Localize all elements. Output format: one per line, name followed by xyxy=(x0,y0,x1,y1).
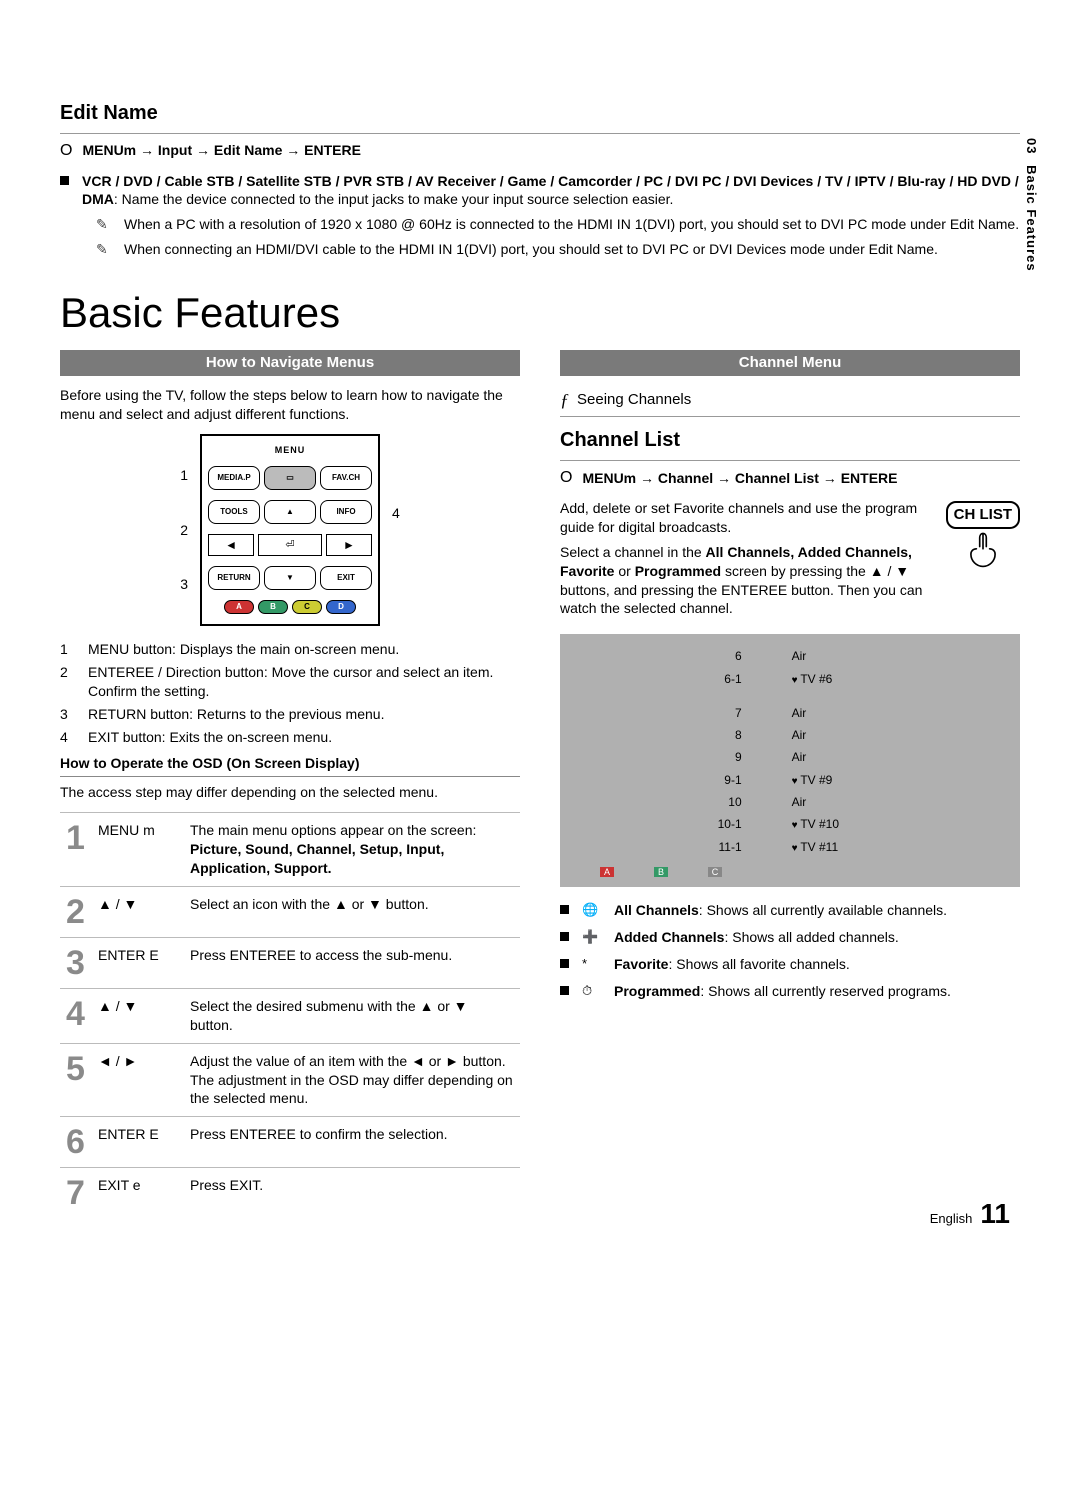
channel-legend: 🌐All Channels: Shows all currently avail… xyxy=(560,901,1020,1001)
osd-heading: How to Operate the OSD (On Screen Displa… xyxy=(60,754,520,777)
table-row: 9Air xyxy=(572,747,1008,767)
menu-path-text: MENUm → Input → Edit Name → ENTERE xyxy=(82,141,360,160)
chapter-label: Basic Features xyxy=(1024,165,1039,272)
down-button: ▼ xyxy=(264,566,316,590)
abc-a: A xyxy=(600,867,614,877)
right-column: Channel Menu ƒ Seeing Channels Channel L… xyxy=(560,350,1020,1219)
hand-icon xyxy=(946,529,1020,579)
abc-c: C xyxy=(708,867,722,877)
chlist-badge: CH LIST xyxy=(946,501,1020,529)
callout-4: 4 xyxy=(392,504,400,523)
chlist-illustration: CH LIST xyxy=(946,501,1020,580)
edit-name-bullets: VCR / DVD / Cable STB / Satellite STB / … xyxy=(60,172,1020,260)
edit-name-menu-path: O MENUm → Input → Edit Name → ENTERE xyxy=(60,140,1020,162)
osd-note: The access step may differ depending on … xyxy=(60,783,520,802)
channel-list-title: Channel List xyxy=(560,427,1020,454)
channel-menu-band: Channel Menu xyxy=(560,350,1020,376)
menu-icon: O xyxy=(60,140,72,162)
def-row: 4EXIT button: Exits the on-screen menu. xyxy=(60,728,520,747)
callouts-left: 1 2 3 xyxy=(176,466,192,595)
button-definitions: 1MENU button: Displays the main on-scree… xyxy=(60,640,520,746)
note-dvi-pc: When a PC with a resolution of 1920 x 10… xyxy=(124,215,1020,234)
globe-icon: 🌐 xyxy=(582,901,602,920)
table-row: 6ENTER EPress ENTEREE to confirm the sel… xyxy=(60,1117,520,1168)
edit-name-notes: When a PC with a resolution of 1920 x 10… xyxy=(82,215,1020,259)
seeing-icon: ƒ xyxy=(560,388,569,412)
left-button: ◄ xyxy=(208,534,254,556)
legend-all: 🌐All Channels: Shows all currently avail… xyxy=(560,901,1020,920)
right-button: ► xyxy=(326,534,372,556)
legend-programmed: ⏱Programmed: Shows all currently reserve… xyxy=(560,982,1020,1001)
def-row: 3RETURN button: Returns to the previous … xyxy=(60,705,520,724)
channel-list-menu-path: O MENUm → Channel → Channel List → ENTER… xyxy=(560,467,1020,489)
menu-path-text: MENUm → Channel → Channel List → ENTERE xyxy=(582,469,897,488)
color-a: A xyxy=(224,600,254,614)
edit-name-title: Edit Name xyxy=(60,100,1020,127)
plus-icon: ➕ xyxy=(582,928,602,947)
enter-button: ⏎ xyxy=(258,534,322,556)
legend-added: ➕Added Channels: Shows all added channel… xyxy=(560,928,1020,947)
table-row: 5◄ / ►Adjust the value of an item with t… xyxy=(60,1043,520,1117)
callout-3: 3 xyxy=(180,575,188,594)
menu-button-icon: ▭ xyxy=(264,466,316,490)
favch-button: FAV.CH xyxy=(320,466,372,490)
table-row: 10-1TV #10 xyxy=(572,814,1008,835)
left-column: How to Navigate Menus Before using the T… xyxy=(60,350,520,1219)
menu-icon: O xyxy=(560,467,572,489)
remote-figure: 1 2 3 MENU MEDIA.P ▭ FAV.CH TOOLS ▲ INFO xyxy=(60,434,520,626)
nav-intro: Before using the TV, follow the steps be… xyxy=(60,386,520,424)
remote-body: MENU MEDIA.P ▭ FAV.CH TOOLS ▲ INFO ◄ ⏎ xyxy=(200,434,380,626)
info-button: INFO xyxy=(320,500,372,524)
callouts-right: 4 xyxy=(388,504,404,557)
def-row: 1MENU button: Displays the main on-scree… xyxy=(60,640,520,659)
side-tab: 03 Basic Features xyxy=(1022,138,1040,272)
nav-menus-band: How to Navigate Menus xyxy=(60,350,520,376)
color-c: C xyxy=(292,600,322,614)
table-row: 7Air xyxy=(572,703,1008,723)
page-title: Basic Features xyxy=(60,285,1020,342)
color-d: D xyxy=(326,600,356,614)
callout-1: 1 xyxy=(180,466,188,485)
star-icon: * xyxy=(582,955,602,974)
return-button: RETURN xyxy=(208,566,260,590)
page-number: 11 xyxy=(980,1195,1010,1233)
footer-lang: English xyxy=(930,1210,973,1228)
color-b: B xyxy=(258,600,288,614)
def-row: 2ENTEREE / Direction button: Move the cu… xyxy=(60,663,520,701)
clock-icon: ⏱ xyxy=(582,982,602,1001)
table-row: 3ENTER EPress ENTEREE to access the sub-… xyxy=(60,937,520,988)
exit-button: EXIT xyxy=(320,566,372,590)
table-row: 11-1TV #11 xyxy=(572,837,1008,858)
table-row: 1MENU mThe main menu options appear on t… xyxy=(60,813,520,887)
callout-2: 2 xyxy=(180,521,188,540)
channel-abc-row: A B C xyxy=(570,867,1010,877)
page-footer: English 11 xyxy=(930,1195,1010,1233)
divider xyxy=(560,416,1020,417)
table-row: 2▲ / ▼Select an icon with the ▲ or ▼ but… xyxy=(60,886,520,937)
table-row: 9-1TV #9 xyxy=(572,770,1008,791)
legend-favorite: *Favorite: Shows all favorite channels. xyxy=(560,955,1020,974)
seeing-channels-row: ƒ Seeing Channels xyxy=(560,388,1020,412)
seeing-label: Seeing Channels xyxy=(577,390,691,410)
osd-steps-table: 1MENU mThe main menu options appear on t… xyxy=(60,812,520,1218)
mediap-button: MEDIA.P xyxy=(208,466,260,490)
remote-menu-label: MENU xyxy=(208,444,372,456)
device-list-rest: : Name the device connected to the input… xyxy=(114,191,674,207)
divider xyxy=(60,133,1020,134)
tools-button: TOOLS xyxy=(208,500,260,524)
table-row: 7EXIT ePress EXIT. xyxy=(60,1168,520,1219)
device-list-bullet: VCR / DVD / Cable STB / Satellite STB / … xyxy=(60,172,1020,260)
table-row: 10Air xyxy=(572,792,1008,812)
table-row: 6Air xyxy=(572,646,1008,666)
up-button: ▲ xyxy=(264,500,316,524)
channel-table: 6Air 6-1TV #6 7Air8Air9Air 9-1TV #910Air10-… xyxy=(560,634,1020,887)
note-dvi-devices: When connecting an HDMI/DVI cable to the… xyxy=(124,240,1020,259)
table-row: 4▲ / ▼Select the desired submenu with th… xyxy=(60,988,520,1043)
abc-b: B xyxy=(654,867,668,877)
chapter-number: 03 xyxy=(1022,138,1040,154)
table-row: 6-1TV #6 xyxy=(572,669,1008,690)
table-row: 8Air xyxy=(572,725,1008,745)
divider xyxy=(560,460,1020,461)
